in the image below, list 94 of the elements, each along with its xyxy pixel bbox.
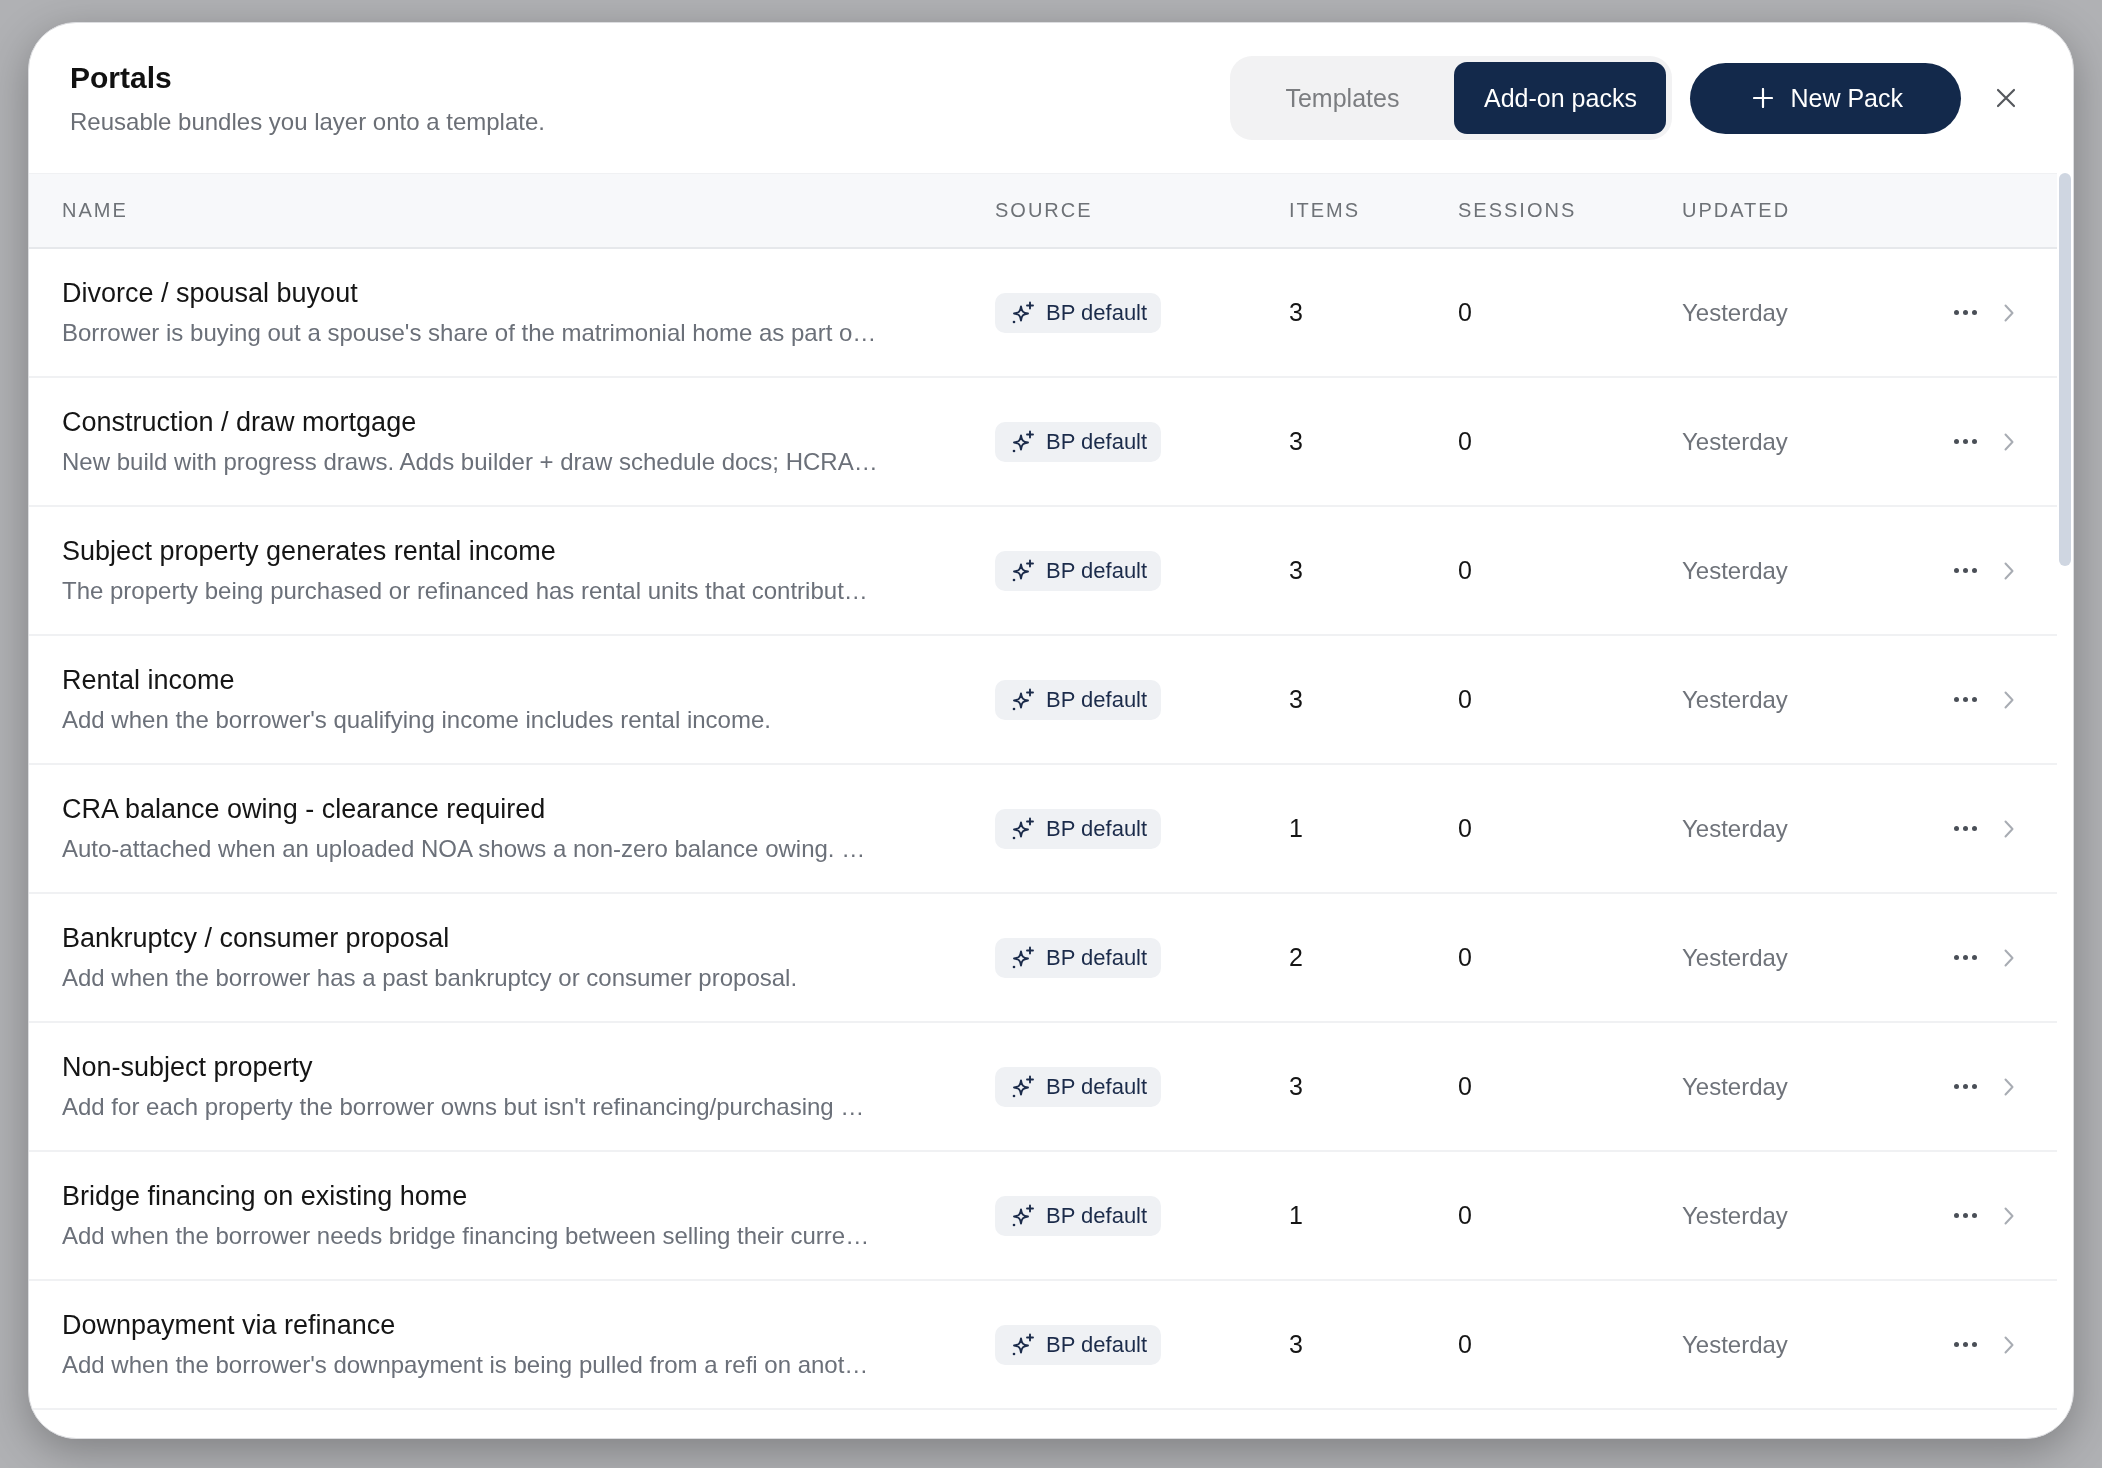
pack-name: Non-subject property [62, 1051, 313, 1082]
updated-time: Yesterday [1682, 1201, 1788, 1230]
updated-time: Yesterday [1682, 556, 1788, 585]
source-label: BP default [1046, 557, 1148, 584]
session-count: 0 [1458, 1201, 1472, 1230]
sparkle-icon [1011, 817, 1034, 840]
ellipsis-icon [1953, 826, 1977, 831]
pack-description: Borrower is buying out a spouse's share of the matrimonial home as part o… [62, 317, 877, 348]
source-label: BP default [1046, 686, 1148, 713]
item-count: 3 [1289, 556, 1303, 585]
sparkle-icon [1011, 688, 1034, 711]
pack-name: Rental income [62, 664, 235, 695]
ellipsis-icon [1953, 1084, 1977, 1089]
session-count: 0 [1458, 1072, 1472, 1101]
ellipsis-icon [1953, 1342, 1977, 1347]
pack-name: Bridge financing on existing home [62, 1180, 468, 1211]
chevron-right-icon [2004, 1335, 2014, 1354]
session-count: 0 [1458, 427, 1472, 456]
item-count: 3 [1289, 1330, 1303, 1359]
chevron-right-icon [2004, 819, 2014, 838]
pack-name: Subject property generates rental income [62, 535, 556, 566]
pack-description: Add when the borrower needs bridge financing between selling their curre… [62, 1220, 870, 1251]
pack-description: The property being purchased or refinanced has rental units that contribut… [62, 575, 868, 606]
pack-name: Divorce / spousal buyout [62, 277, 358, 308]
ellipsis-icon [1953, 439, 1977, 444]
ellipsis-icon [1953, 568, 1977, 573]
sparkle-icon [1011, 946, 1034, 969]
session-count: 0 [1458, 943, 1472, 972]
sparkle-icon [1011, 301, 1034, 324]
chevron-right-icon [2004, 1077, 2014, 1096]
column-header: ITEMS [1289, 199, 1361, 222]
updated-time: Yesterday [1682, 427, 1788, 456]
updated-time: Yesterday [1682, 943, 1788, 972]
session-count: 0 [1458, 685, 1472, 714]
updated-time: Yesterday [1682, 1330, 1788, 1359]
item-count: 3 [1289, 1072, 1303, 1101]
session-count: 0 [1458, 1330, 1472, 1359]
ellipsis-icon [1953, 955, 1977, 960]
scrollbar-thumb[interactable] [2059, 173, 2071, 566]
chevron-right-icon [2004, 948, 2014, 967]
source-label: BP default [1046, 944, 1148, 971]
chevron-right-icon [2004, 690, 2014, 709]
ellipsis-icon [1953, 697, 1977, 702]
pack-name: Bankruptcy / consumer proposal [62, 922, 450, 953]
source-label: BP default [1046, 1073, 1148, 1100]
source-label: BP default [1046, 1331, 1148, 1358]
item-count: 3 [1289, 427, 1303, 456]
pack-description: Add for each property the borrower owns but isn't refinancing/purchasing … [62, 1091, 865, 1122]
sparkle-icon [1011, 1204, 1034, 1227]
item-count: 1 [1289, 1201, 1303, 1230]
sparkle-icon [1011, 559, 1034, 582]
updated-time: Yesterday [1682, 298, 1788, 327]
close-icon [1996, 88, 2016, 108]
sparkle-icon [1011, 430, 1034, 453]
pack-name: CRA balance owing - clearance required [62, 793, 546, 824]
updated-time: Yesterday [1682, 814, 1788, 843]
session-count: 0 [1458, 298, 1472, 327]
item-count: 3 [1289, 298, 1303, 327]
source-label: BP default [1046, 1202, 1148, 1229]
dialog-title: Portals [70, 59, 172, 96]
updated-time: Yesterday [1682, 1072, 1788, 1101]
pack-description: New build with progress draws. Adds builder + draw schedule docs; HCRA… [62, 446, 878, 477]
pack-description: Add when the borrower has a past bankruptcy or consumer proposal. [62, 962, 798, 993]
session-count: 0 [1458, 556, 1472, 585]
item-count: 3 [1289, 685, 1303, 714]
source-label: BP default [1046, 299, 1148, 326]
ellipsis-icon [1953, 310, 1977, 315]
new-pack-button[interactable]: New Pack [1690, 62, 1961, 134]
ellipsis-icon [1953, 1213, 1977, 1218]
item-count: 1 [1289, 814, 1303, 843]
column-header: UPDATED [1682, 199, 1791, 222]
updated-time: Yesterday [1682, 685, 1788, 714]
dialog-subtitle: Reusable bundles you layer onto a template. [70, 106, 545, 137]
chevron-right-icon [2004, 561, 2014, 580]
chevron-right-icon [2004, 432, 2014, 451]
session-count: 0 [1458, 814, 1472, 843]
column-header: NAME [62, 199, 128, 222]
sparkle-icon [1011, 1075, 1034, 1098]
plus-icon [1753, 88, 1774, 108]
source-label: BP default [1046, 428, 1148, 455]
source-label: BP default [1046, 815, 1148, 842]
pack-name: Downpayment via refinance [62, 1309, 396, 1340]
item-count: 2 [1289, 943, 1303, 972]
pack-description: Add when the borrower's downpayment is being pulled from a refi on anot… [62, 1349, 869, 1380]
pack-description: Auto-attached when an uploaded NOA shows a non-zero balance owing. … [62, 833, 866, 864]
chevron-right-icon [2004, 1206, 2014, 1225]
tab[interactable]: Templates [1236, 62, 1449, 134]
pack-name: Construction / draw mortgage [62, 406, 417, 437]
column-header: SOURCE [995, 199, 1093, 222]
tab[interactable]: Add-on packs [1454, 62, 1667, 134]
pack-description: Add when the borrower's qualifying income includes rental income. [62, 704, 771, 735]
column-header: SESSIONS [1458, 199, 1577, 222]
chevron-right-icon [2004, 303, 2014, 322]
sparkle-icon [1011, 1333, 1034, 1356]
